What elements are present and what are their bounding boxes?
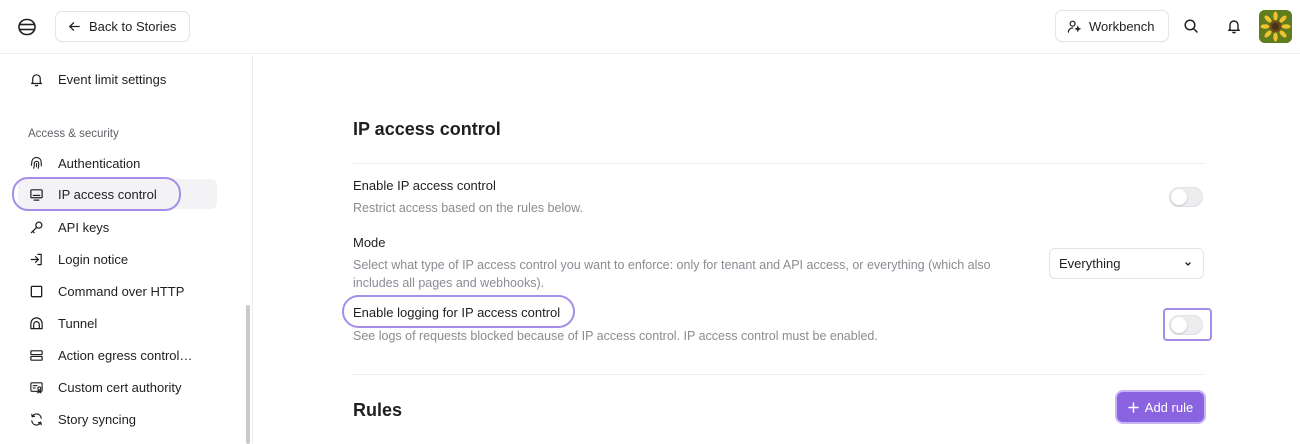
server-icon [30,349,43,361]
sidebar-item-label: Event limit settings [58,71,167,87]
workbench-button[interactable]: Workbench [1055,10,1169,42]
workbench-label: Workbench [1089,18,1155,34]
mode-select-value: Everything [1059,256,1121,271]
login-icon [30,253,42,265]
enable-logging-description: See logs of requests blocked because of … [353,329,878,343]
enable-logging-title: Enable logging for IP access control [353,305,561,320]
sidebar-item-tunnel[interactable]: Tunnel [18,308,217,338]
sidebar-item-label: Authentication [58,155,141,171]
sidebar-item-command-over-http[interactable]: Command over HTTP [18,276,217,306]
workbench-icon [1067,20,1082,33]
notifications-button[interactable] [1218,10,1250,42]
search-button[interactable] [1175,10,1207,42]
sidebar-item-label: Story syncing [58,411,137,427]
divider [353,374,1204,375]
rules-title: Rules [353,400,403,420]
key-icon [30,221,43,233]
sidebar-item-event-limit-settings[interactable]: Event limit settings [18,64,217,94]
sidebar-item-login-notice[interactable]: Login notice [18,244,217,274]
enable-ip-access-control-description: Restrict access based on the rules below… [353,201,583,215]
enable-logging-toggle[interactable] [1169,315,1203,335]
divider [353,163,1204,164]
back-to-stories-button[interactable]: Back to Stories [55,11,191,42]
square-icon [30,285,43,297]
main-content: IP access control Enable IP access contr… [254,55,1300,444]
certificate-icon [30,381,43,394]
enable-ip-access-control-title: Enable IP access control [353,178,496,193]
plus-icon [1128,401,1139,413]
sidebar-item-authentication[interactable]: Authentication [18,148,217,178]
sidebar-item-label: Action egress control… [58,347,193,363]
user-avatar[interactable] [1259,10,1292,43]
arrow-left-icon [69,22,80,31]
sidebar-item-action-egress-control[interactable]: Action egress control… [18,340,217,370]
top-bar: Back to Stories Workbench [0,0,1300,54]
sidebar-item-label: IP access control [58,186,157,202]
tunnel-icon [30,316,43,329]
add-rule-label: Add rule [1144,399,1194,415]
sidebar-item-label: Tunnel [58,315,98,331]
add-rule-button[interactable]: Add rule [1117,392,1204,422]
mode-description-line-2: includes all pages and webhooks). [353,276,545,290]
back-to-stories-label: Back to Stories [89,19,177,34]
mode-title: Mode [353,235,386,250]
sidebar-item-label: Command over HTTP [58,283,185,299]
sidebar-item-api-keys[interactable]: API keys [18,212,217,242]
toggle-knob [1171,189,1187,205]
toggle-knob [1171,317,1187,333]
mode-select[interactable]: Everything [1049,248,1204,279]
sunflower-avatar-icon [1259,10,1292,43]
mode-description-line-1: Select what type of IP access control yo… [353,258,991,272]
sidebar-item-label: Custom cert authority [58,379,182,395]
sidebar-item-label: API keys [58,219,110,235]
chevron-down-icon [1185,261,1191,266]
fingerprint-icon [30,156,42,169]
enable-ip-access-control-toggle[interactable] [1169,187,1203,207]
tines-logo-icon[interactable] [17,17,37,37]
sidebar-item-ip-access-control[interactable]: IP access control [18,179,217,209]
monitor-icon [30,188,43,201]
bell-icon [31,73,42,86]
sync-icon [31,412,42,426]
sidebar-item-story-syncing[interactable]: Story syncing [18,404,217,434]
settings-sidebar: Event limit settings Access & security A… [0,55,253,444]
sidebar-scrollbar-thumb[interactable] [246,305,250,444]
search-icon [1184,19,1198,33]
bell-icon [1228,20,1240,34]
page-title: IP access control [353,119,501,139]
sidebar-item-custom-cert-authority[interactable]: Custom cert authority [18,372,217,402]
sidebar-section-heading: Access & security [28,128,119,140]
sidebar-item-label: Login notice [58,251,129,267]
